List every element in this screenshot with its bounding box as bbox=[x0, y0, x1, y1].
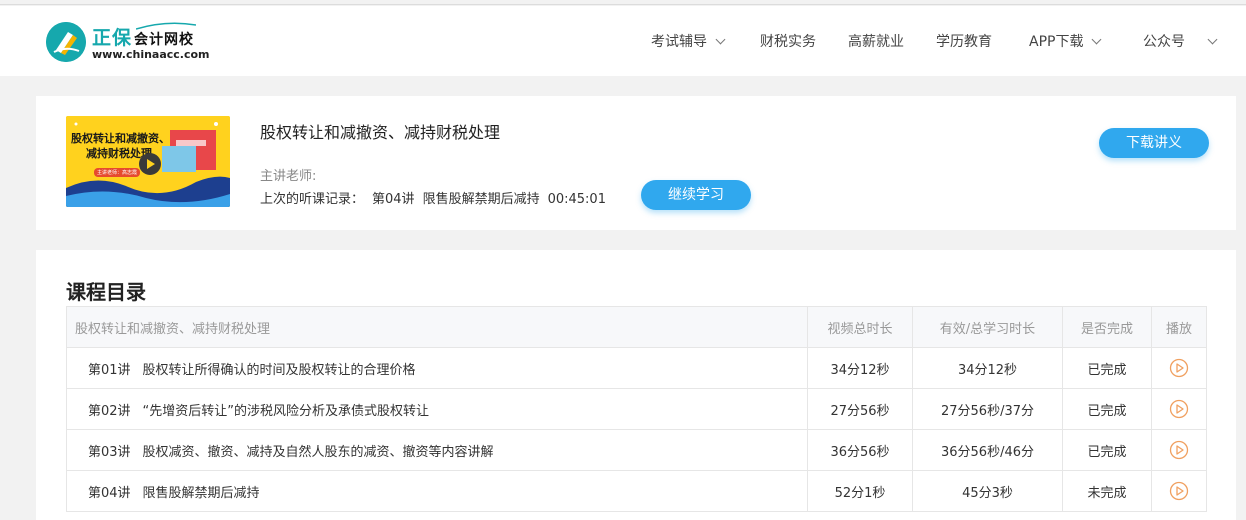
play-icon[interactable] bbox=[1169, 399, 1189, 419]
lecture-name-cell[interactable]: 第01讲 股权转让所得确认的时间及股权转让的合理价格 bbox=[66, 347, 808, 389]
study-duration-cell: 36分56秒/46分 bbox=[912, 429, 1063, 471]
lecture-number: 第04讲 bbox=[88, 485, 131, 501]
header-play: 播放 bbox=[1151, 306, 1207, 348]
catalog-card: 课程目录 股权转让和减撤资、减持财税处理 视频总时长 有效/总学习时长 是否完成… bbox=[36, 250, 1236, 520]
study-duration-cell: 27分56秒/37分 bbox=[912, 388, 1063, 430]
table-row[interactable]: 第02讲 “先增资后转让”的涉税风险分析及承债式股权转让 27分56秒 27分56秒/… bbox=[66, 388, 1207, 430]
nav-label: 公众号 bbox=[1143, 34, 1185, 50]
lecture-name-cell[interactable]: 第03讲 股权减资、撤资、减持及自然人股东的减资、撤资等内容讲解 bbox=[66, 429, 808, 471]
video-duration-cell: 36分56秒 bbox=[807, 429, 913, 471]
last-record: 上次的听课记录： 第04讲 限售股解禁期后减持 00:45:01 bbox=[260, 188, 614, 207]
nav-item-exam[interactable]: 考试辅导 bbox=[651, 6, 726, 76]
status-badge: 未完成 bbox=[1062, 470, 1152, 512]
lecture-title: 股权转让所得确认的时间及股权转让的合理价格 bbox=[142, 362, 416, 378]
nav-item-education[interactable]: 学历教育 bbox=[936, 6, 992, 76]
nav-label: APP下载 bbox=[1029, 34, 1084, 50]
status-badge: 已完成 bbox=[1062, 347, 1152, 389]
nav-item-wechat[interactable]: 公众号 bbox=[1143, 6, 1218, 76]
header-completed: 是否完成 bbox=[1062, 306, 1152, 348]
course-card: 股权转让和减撤资、 减持财税处理 主讲老师：高志霞 股权转让和减撤资、减持财税处理… bbox=[36, 96, 1236, 230]
lecture-name-cell[interactable]: 第02讲 “先增资后转让”的涉税风险分析及承债式股权转让 bbox=[66, 388, 808, 430]
nav-label: 财税实务 bbox=[760, 34, 816, 50]
course-thumbnail[interactable]: 股权转让和减撤资、 减持财税处理 主讲老师：高志霞 bbox=[66, 116, 230, 207]
logo-swoosh-icon bbox=[136, 22, 196, 30]
download-handout-button[interactable]: 下载讲义 bbox=[1099, 128, 1209, 158]
last-record-label: 上次的听课记录： bbox=[260, 192, 365, 207]
nav-item-app[interactable]: APP下载 bbox=[1029, 6, 1102, 76]
lecture-number: 第03讲 bbox=[88, 444, 131, 460]
thumbnail-teacher-tag: 主讲老师：高志霞 bbox=[94, 168, 141, 177]
catalog-table: 股权转让和减撤资、减持财税处理 视频总时长 有效/总学习时长 是否完成 播放 第… bbox=[66, 306, 1207, 512]
nav-item-tax[interactable]: 财税实务 bbox=[760, 6, 816, 76]
last-record-title: 限售股解禁期后减持 bbox=[422, 192, 540, 207]
last-record-lecture: 第04讲 bbox=[372, 192, 415, 207]
play-cell bbox=[1151, 429, 1207, 471]
play-icon[interactable] bbox=[1169, 481, 1189, 501]
site-logo[interactable]: 正保 会计网校 www.chinaacc.com bbox=[46, 22, 216, 66]
chevron-down-icon bbox=[715, 34, 726, 44]
table-row[interactable]: 第04讲 限售股解禁期后减持 52分1秒 45分3秒 未完成 bbox=[66, 470, 1207, 512]
nav-label: 学历教育 bbox=[936, 34, 992, 50]
header-study-duration: 有效/总学习时长 bbox=[912, 306, 1063, 348]
teacher-label: 主讲老师: bbox=[260, 169, 317, 184]
play-icon[interactable] bbox=[1169, 440, 1189, 460]
nav-label: 高薪就业 bbox=[848, 34, 904, 50]
table-header-row: 股权转让和减撤资、减持财税处理 视频总时长 有效/总学习时长 是否完成 播放 bbox=[66, 306, 1207, 348]
section-title: 课程目录 bbox=[66, 280, 146, 304]
video-duration-cell: 34分12秒 bbox=[807, 347, 913, 389]
header-course-name: 股权转让和减撤资、减持财税处理 bbox=[66, 306, 808, 348]
nav-label: 考试辅导 bbox=[651, 34, 707, 50]
logo-icon bbox=[46, 22, 86, 62]
lecture-title: “先增资后转让”的涉税风险分析及承债式股权转让 bbox=[142, 403, 430, 419]
status-badge: 已完成 bbox=[1062, 429, 1152, 471]
course-title: 股权转让和减撤资、减持财税处理 bbox=[260, 123, 501, 142]
chevron-down-icon bbox=[1207, 34, 1218, 44]
play-icon[interactable] bbox=[1169, 358, 1189, 378]
table-row[interactable]: 第03讲 股权减资、撤资、减持及自然人股东的减资、撤资等内容讲解 36分56秒 36分… bbox=[66, 429, 1207, 471]
chevron-down-icon bbox=[1092, 34, 1102, 44]
top-border bbox=[0, 0, 1246, 5]
site-header: 正保 会计网校 www.chinaacc.com 考试辅导 财税实务 高薪就业 学… bbox=[0, 6, 1246, 76]
play-icon[interactable] bbox=[139, 153, 161, 175]
lecture-number: 第02讲 bbox=[88, 403, 131, 419]
nav-item-jobs[interactable]: 高薪就业 bbox=[848, 6, 904, 76]
play-cell bbox=[1151, 388, 1207, 430]
status-badge: 已完成 bbox=[1062, 388, 1152, 430]
lecture-name-cell[interactable]: 第04讲 限售股解禁期后减持 bbox=[66, 470, 808, 512]
lecture-title: 限售股解禁期后减持 bbox=[142, 485, 260, 501]
logo-url: www.chinaacc.com bbox=[92, 48, 210, 61]
video-duration-cell: 52分1秒 bbox=[807, 470, 913, 512]
video-duration-cell: 27分56秒 bbox=[807, 388, 913, 430]
table-row[interactable]: 第01讲 股权转让所得确认的时间及股权转让的合理价格 34分12秒 34分12秒 已完成 bbox=[66, 347, 1207, 389]
lecture-number: 第01讲 bbox=[88, 362, 131, 378]
play-cell bbox=[1151, 347, 1207, 389]
lecture-title: 股权减资、撤资、减持及自然人股东的减资、撤资等内容讲解 bbox=[142, 444, 494, 460]
study-duration-cell: 45分3秒 bbox=[912, 470, 1063, 512]
play-cell bbox=[1151, 470, 1207, 512]
study-duration-cell: 34分12秒 bbox=[912, 347, 1063, 389]
continue-learning-button[interactable]: 继续学习 bbox=[641, 180, 751, 210]
header-video-duration: 视频总时长 bbox=[807, 306, 913, 348]
last-record-time: 00:45:01 bbox=[547, 192, 606, 207]
